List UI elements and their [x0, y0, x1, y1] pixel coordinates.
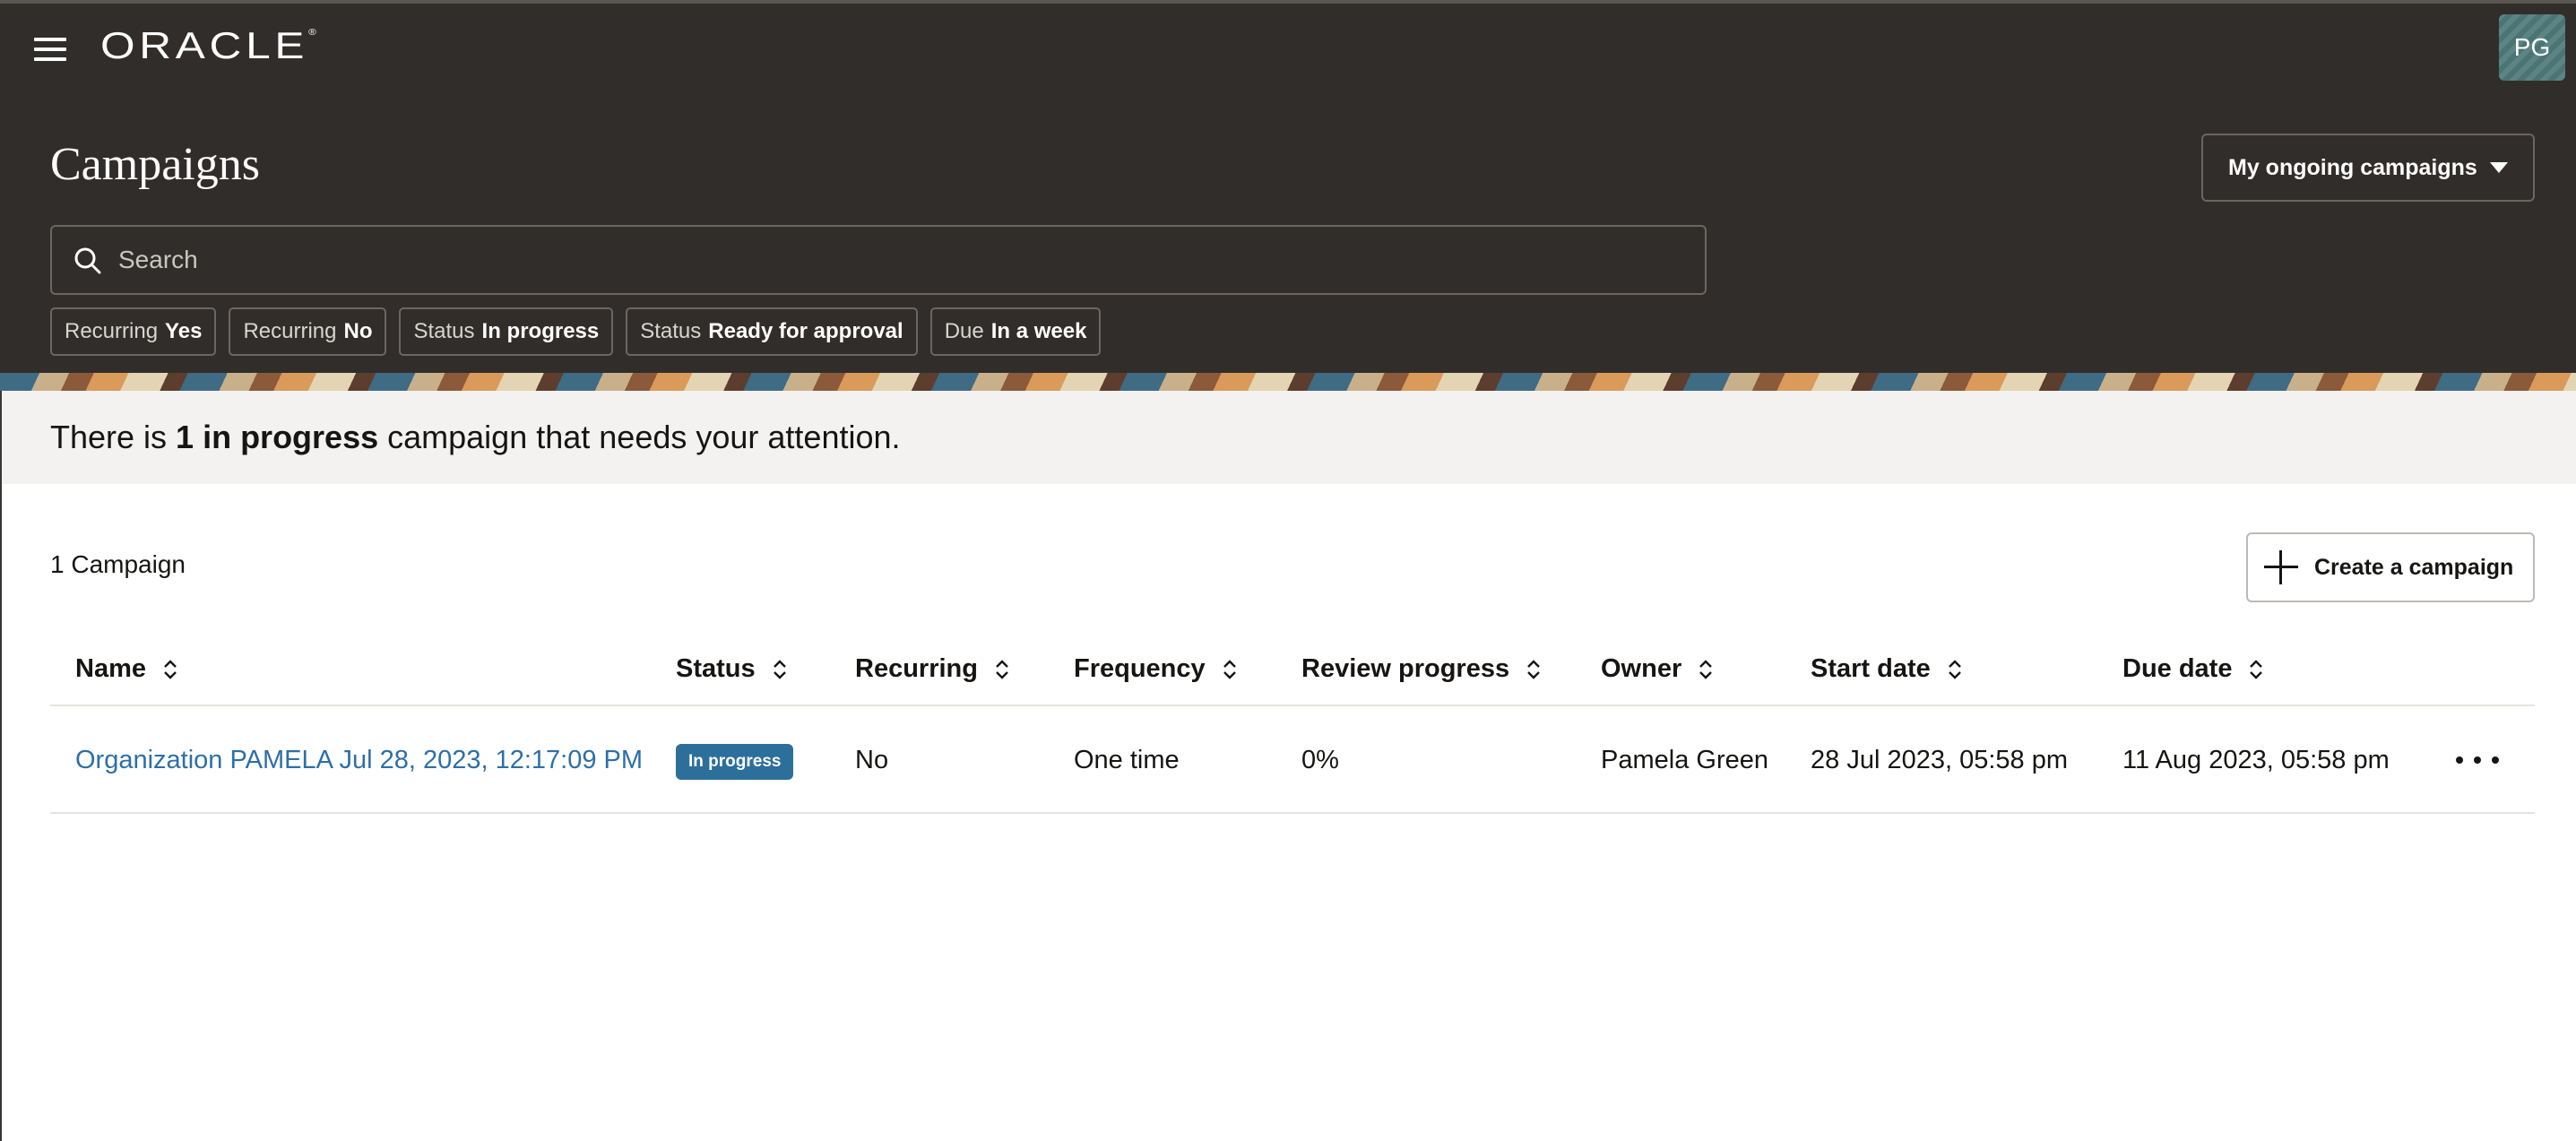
column-header-review-progress[interactable]: Review progress [1301, 654, 1542, 684]
campaign-name-link[interactable]: Organization PAMELA Jul 28, 2023, 12:17:… [75, 746, 643, 775]
create-campaign-label: Create a campaign [2314, 554, 2514, 580]
sort-icon [1699, 659, 1713, 679]
sort-icon [773, 659, 786, 679]
table-header: Name Status Recurring Frequency Review p… [50, 633, 2535, 706]
review-progress-cell: 0% [1301, 746, 1339, 774]
chip-recurring-no[interactable]: Recurring No [229, 307, 387, 356]
sort-icon [164, 659, 177, 679]
chip-status-ready-for-approval[interactable]: Status Ready for approval [626, 307, 918, 356]
plus-icon [2264, 550, 2298, 584]
column-header-start-date[interactable]: Start date [1811, 654, 1963, 684]
sort-icon [1223, 659, 1236, 679]
column-header-frequency[interactable]: Frequency [1074, 654, 1238, 684]
due-date-cell: 11 Aug 2023, 05:58 pm [2122, 746, 2390, 774]
page-title: Campaigns [50, 139, 260, 190]
sort-icon [2250, 659, 2263, 679]
status-badge: In progress [676, 744, 794, 780]
table-row: Organization PAMELA Jul 28, 2023, 12:17:… [50, 706, 2535, 814]
sort-icon [996, 659, 1008, 679]
search-input[interactable] [118, 227, 1678, 293]
filter-chips: Recurring Yes Recurring No Status In progre… [50, 307, 1102, 356]
column-header-recurring[interactable]: Recurring [855, 654, 1010, 684]
menu-icon[interactable] [34, 38, 66, 61]
avatar[interactable]: PG [2499, 14, 2565, 81]
column-header-owner[interactable]: Owner [1601, 654, 1714, 684]
column-header-due-date[interactable]: Due date [2122, 654, 2264, 684]
more-actions-icon[interactable] [2456, 748, 2499, 773]
frequency-cell: One time [1074, 746, 1180, 774]
chip-recurring-yes[interactable]: Recurring Yes [50, 307, 217, 356]
sort-icon [1527, 659, 1540, 679]
chip-due-in-a-week[interactable]: Due In a week [929, 307, 1102, 356]
start-date-cell: 28 Jul 2023, 05:58 pm [1811, 746, 2068, 774]
search-box[interactable] [50, 225, 1707, 295]
page-header: ORACLE® PG Campaigns My ongoing campaign… [0, 0, 2576, 373]
campaign-count: 1 Campaign [50, 550, 186, 578]
decorative-banner [0, 373, 2576, 391]
window-edge [0, 391, 2, 1141]
campaign-filter-dropdown[interactable]: My ongoing campaigns [2201, 134, 2535, 202]
recurring-cell: No [855, 746, 889, 774]
sort-icon [1948, 659, 1961, 679]
search-icon [74, 247, 101, 274]
column-header-status[interactable]: Status [676, 654, 788, 684]
caret-down-icon [2490, 162, 2508, 173]
chip-status-in-progress[interactable]: Status In progress [399, 307, 614, 356]
attention-notice: There is 1 in progress campaign that nee… [0, 391, 2576, 484]
campaign-filter-label: My ongoing campaigns [2228, 154, 2477, 180]
column-header-name[interactable]: Name [75, 654, 178, 684]
oracle-logo[interactable]: ORACLE® [100, 25, 316, 66]
owner-cell: Pamela Green [1601, 746, 1768, 774]
campaigns-table: Name Status Recurring Frequency Review p… [50, 633, 2535, 814]
create-campaign-button[interactable]: Create a campaign [2246, 532, 2535, 602]
